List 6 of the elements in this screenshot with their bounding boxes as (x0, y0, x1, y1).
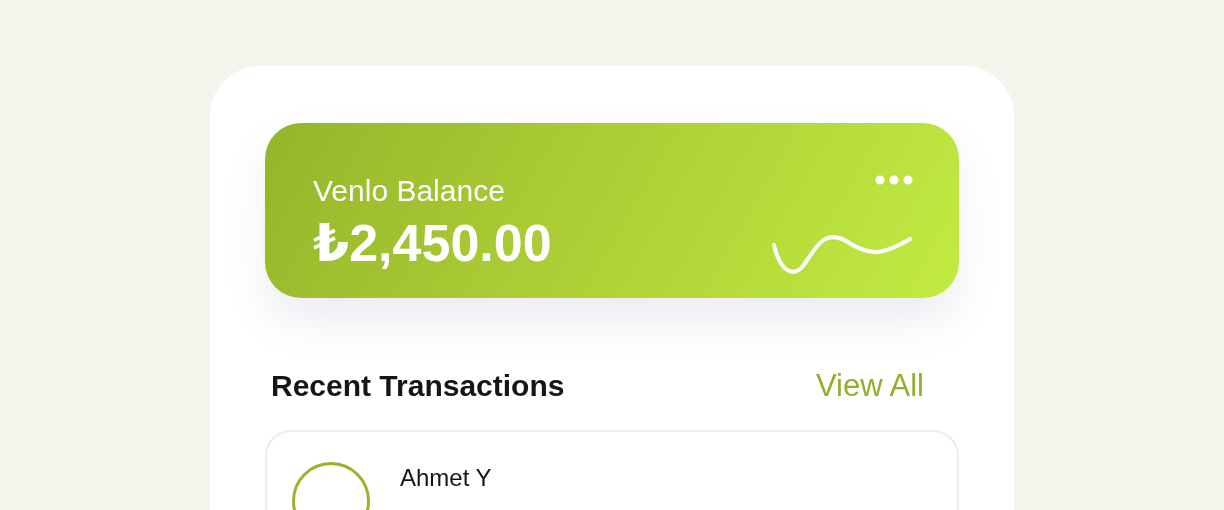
balance-amount: ₺2,450.00 (313, 213, 552, 273)
transaction-name: Ahmet Y (400, 464, 492, 492)
section-title: Recent Transactions (271, 369, 565, 403)
balance-label: Venlo Balance (313, 173, 506, 209)
transaction-row[interactable]: Ahmet Y (265, 430, 959, 510)
more-icon[interactable] (875, 175, 913, 185)
